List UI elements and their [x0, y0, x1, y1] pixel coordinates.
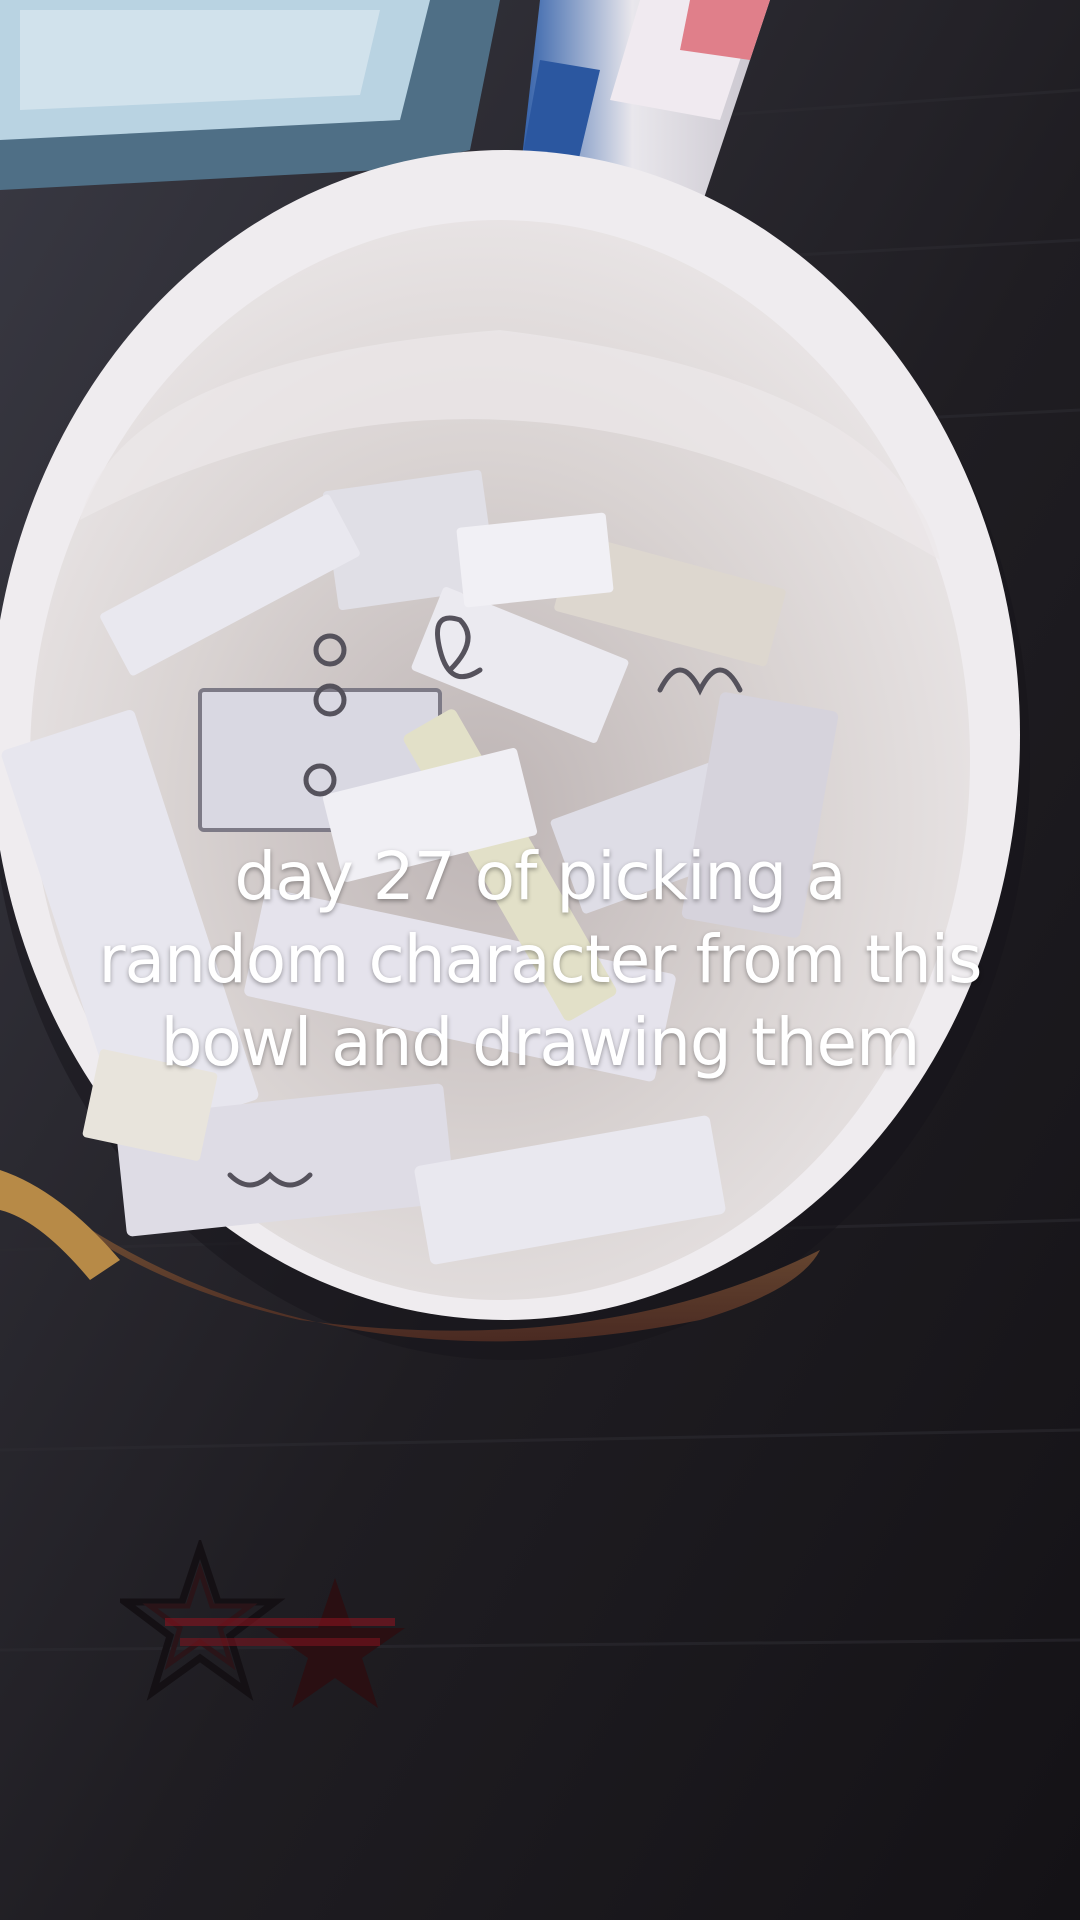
caption-line-3: bowl and drawing them	[160, 1004, 921, 1081]
video-caption: day 27 of picking a random character fro…	[20, 835, 1060, 1084]
caption-line-1: day 27 of picking a	[234, 838, 846, 915]
star-watermark	[120, 1540, 405, 1708]
caption-line-2: random character from this	[98, 921, 983, 998]
